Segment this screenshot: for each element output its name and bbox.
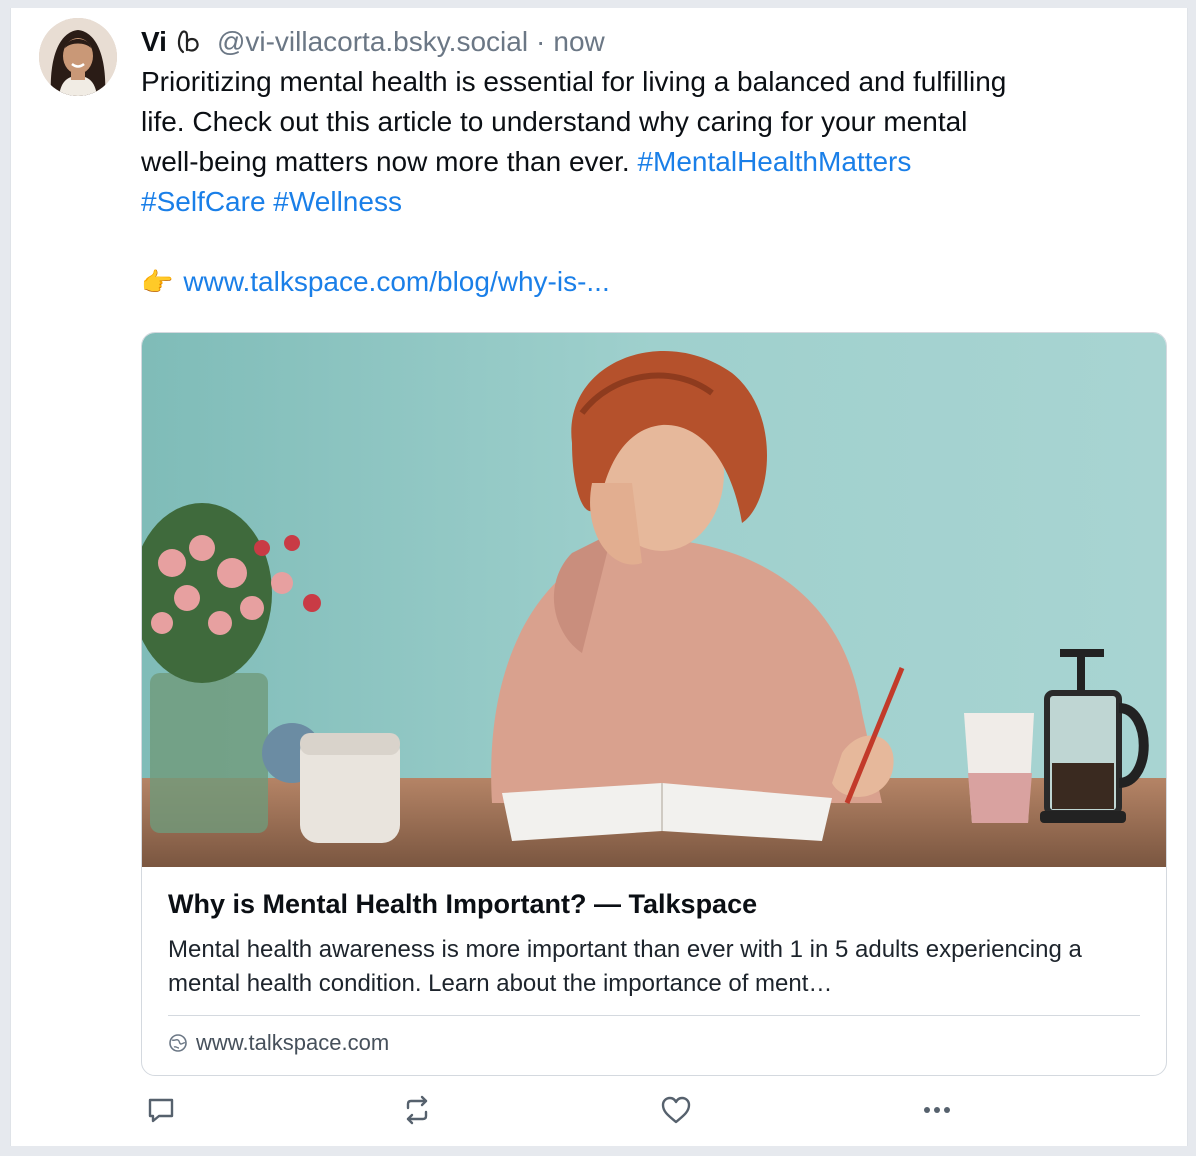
hashtag-wellness[interactable]: #Wellness <box>273 186 402 217</box>
author-handle[interactable]: @vi-villacorta.bsky.social <box>217 22 528 62</box>
repost-icon <box>406 1095 428 1125</box>
post-link[interactable]: www.talkspace.com/blog/why-is-... <box>183 262 609 302</box>
like-button[interactable] <box>656 1090 696 1130</box>
reply-icon <box>148 1098 174 1123</box>
card-divider <box>168 1015 1140 1016</box>
post-text-span: well-being matters now more than ever. <box>141 146 638 177</box>
link-preview-card[interactable]: Why is Mental Health Important? — Talksp… <box>141 332 1167 1076</box>
post-content: Vi @vi-villacorta.bsky.social · now Prio… <box>141 22 1171 1076</box>
avatar-photo-icon <box>39 18 117 96</box>
post-text-line: Prioritizing mental health is essential … <box>141 66 1007 97</box>
card-title[interactable]: Why is Mental Health Important? — Talksp… <box>168 889 757 920</box>
more-options-button[interactable] <box>917 1090 957 1130</box>
display-name[interactable]: Vi <box>141 22 167 62</box>
card-description: Mental health awareness is more importan… <box>168 936 1082 997</box>
post-header: Vi @vi-villacorta.bsky.social · now <box>141 22 1171 62</box>
repost-button[interactable] <box>397 1090 437 1130</box>
action-bar <box>141 1090 1101 1130</box>
avatar[interactable] <box>39 18 117 96</box>
card-domain-row: www.talkspace.com <box>168 1030 389 1056</box>
post-text-line: #SelfCare #Wellness <box>141 182 1171 222</box>
globe-icon <box>169 1034 187 1052</box>
card-domain: www.talkspace.com <box>196 1030 390 1055</box>
separator: · <box>536 26 546 57</box>
hashtag-selfcare[interactable]: #SelfCare <box>141 186 266 217</box>
hashtag-mentalhealthmatters[interactable]: #MentalHealthMatters <box>637 146 911 177</box>
woman-writing-in-notebook-image <box>142 333 1166 867</box>
reply-button[interactable] <box>141 1090 181 1130</box>
post-time[interactable]: now <box>553 22 604 62</box>
post[interactable]: Vi @vi-villacorta.bsky.social · now Prio… <box>10 8 1188 1146</box>
link-line: 👉 www.talkspace.com/blog/why-is-... <box>141 262 1171 302</box>
post-text: Prioritizing mental health is essential … <box>141 62 1171 222</box>
post-text-line: life. Check out this article to understa… <box>141 106 968 137</box>
heart-icon <box>661 1096 691 1124</box>
pointing-hand-icon: 👉 <box>141 267 174 297</box>
more-icon <box>924 1107 950 1113</box>
butterfly-icon <box>175 28 209 56</box>
post-text-line: well-being matters now more than ever. #… <box>141 142 1171 182</box>
